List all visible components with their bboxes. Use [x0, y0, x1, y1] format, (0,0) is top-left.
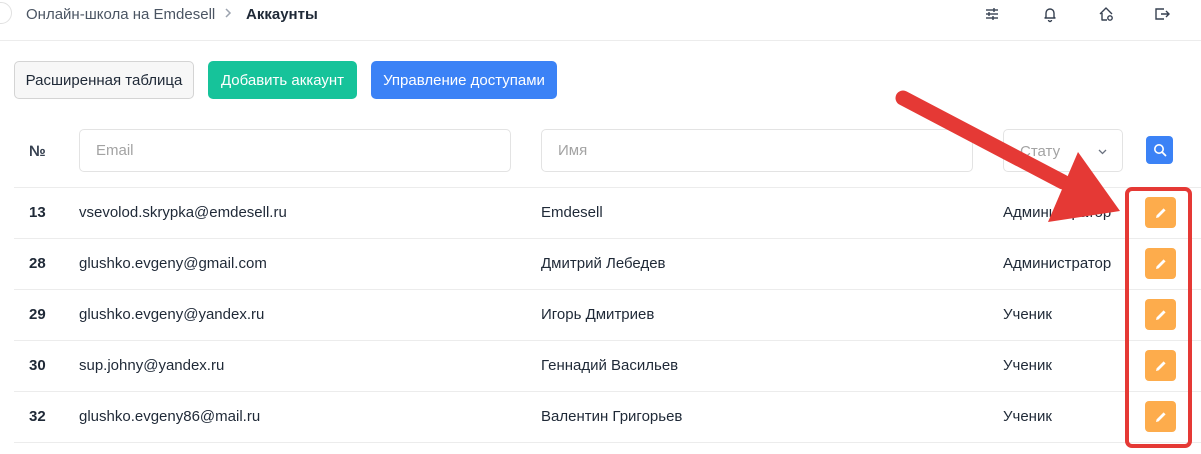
status-filter-placeholder: Стату	[1020, 143, 1061, 160]
email-filter-input[interactable]	[80, 130, 510, 171]
table-bottom-divider	[14, 442, 1201, 443]
account-role: Ученик	[1003, 408, 1052, 425]
account-name: Геннадий Васильев	[541, 357, 679, 374]
account-name: Emdesell	[541, 204, 603, 221]
table-row: 32 glushko.evgeny86@mail.ru Валентин Гри…	[14, 391, 1201, 442]
status-filter-select[interactable]: Стату	[1003, 129, 1123, 172]
table-row: 29 glushko.evgeny@yandex.ru Игорь Дмитри…	[14, 289, 1201, 340]
table-row: 30 sup.johny@yandex.ru Геннадий Васильев…	[14, 340, 1201, 391]
account-email: vsevolod.skrypka@emdesell.ru	[79, 204, 287, 221]
name-filter-input[interactable]	[542, 130, 972, 171]
account-name: Валентин Григорьев	[541, 408, 683, 425]
number-column-header: №	[29, 143, 46, 160]
name-filter-field	[541, 129, 973, 172]
bell-icon[interactable]	[1041, 5, 1059, 23]
account-role: Ученик	[1003, 306, 1052, 323]
search-icon	[1153, 144, 1166, 157]
breadcrumb-current: Аккаунты	[246, 6, 318, 23]
account-email: glushko.evgeny@gmail.com	[79, 255, 267, 272]
table-row: 28 glushko.evgeny@gmail.com Дмитрий Лебе…	[14, 238, 1201, 289]
extended-table-button[interactable]: Расширенная таблица	[14, 61, 194, 99]
account-name: Игорь Дмитриев	[541, 306, 655, 323]
account-email: glushko.evgeny86@mail.ru	[79, 408, 261, 425]
account-id: 29	[29, 306, 46, 323]
account-role: Администратор	[1003, 255, 1112, 272]
chevron-right-icon	[225, 8, 232, 18]
sliders-icon[interactable]	[983, 5, 1001, 23]
account-role: Ученик	[1003, 357, 1052, 374]
email-filter-field	[79, 129, 511, 172]
home-settings-icon[interactable]	[1097, 5, 1115, 23]
account-id: 30	[29, 357, 46, 374]
account-id: 13	[29, 204, 46, 221]
account-email: glushko.evgeny@yandex.ru	[79, 306, 265, 323]
access-management-button[interactable]: Управление доступами	[371, 61, 557, 99]
account-name: Дмитрий Лебедев	[541, 255, 666, 272]
top-bar: Онлайн-школа на Emdesell Аккаунты	[0, 0, 1201, 41]
highlight-box	[1125, 187, 1192, 448]
logout-icon[interactable]	[1153, 5, 1171, 23]
chevron-down-icon	[1098, 149, 1107, 155]
account-email: sup.johny@yandex.ru	[79, 357, 225, 374]
add-account-button[interactable]: Добавить аккаунт	[208, 61, 357, 99]
table-row: 13 vsevolod.skrypka@emdesell.ru Emdesell…	[14, 187, 1201, 238]
search-button[interactable]	[1146, 136, 1173, 164]
sidebar-toggle[interactable]	[0, 2, 12, 24]
account-id: 28	[29, 255, 46, 272]
account-role: Администратор	[1003, 204, 1112, 221]
account-id: 32	[29, 408, 46, 425]
breadcrumb-home-link[interactable]: Онлайн-школа на Emdesell	[26, 6, 215, 23]
